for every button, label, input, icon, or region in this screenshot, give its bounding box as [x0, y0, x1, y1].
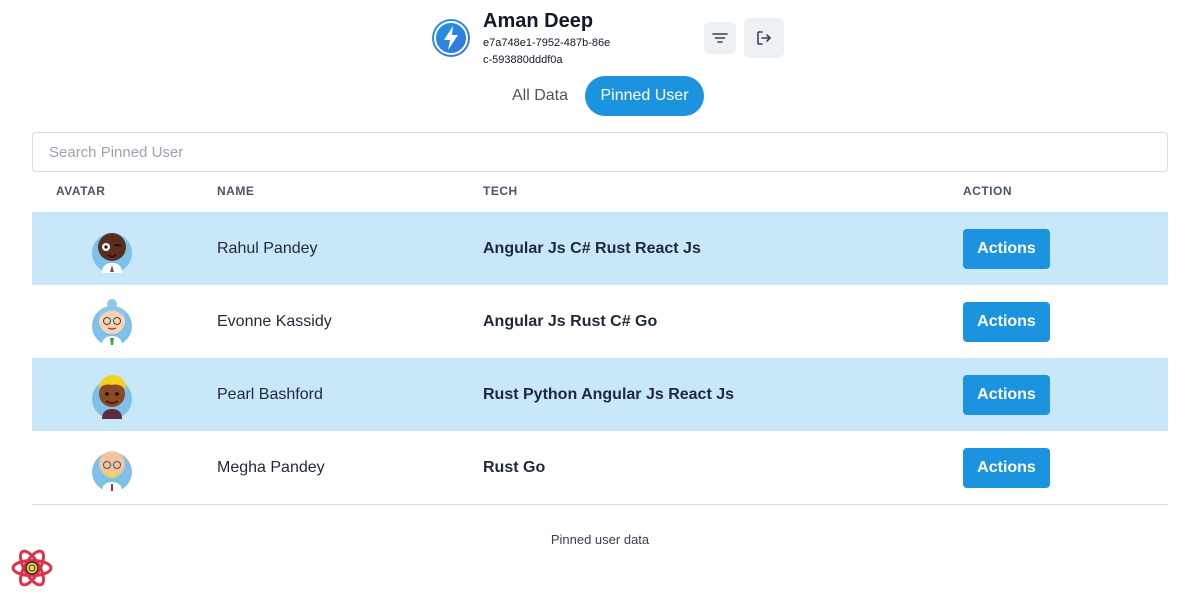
tab-all-data[interactable]: All Data [502, 76, 578, 116]
table-row: Rahul Pandey Angular Js C# Rust React Js… [32, 212, 1168, 285]
logout-icon [757, 31, 771, 45]
header: Aman Deep e7a748e1-7952-487b-86ec-593880… [0, 10, 1200, 70]
user-name-cell: Megha Pandey [217, 459, 325, 476]
filter-icon [712, 33, 728, 43]
user-id: e7a748e1-7952-487b-86ec-593880dddf0a [483, 37, 611, 66]
actions-button[interactable]: Actions [963, 229, 1050, 269]
column-header-action: ACTION [963, 184, 1012, 198]
lightning-bolt-icon [432, 19, 470, 57]
actions-button[interactable]: Actions [963, 375, 1050, 415]
tech-cell: Rust Go [483, 459, 546, 476]
column-header-avatar: AVATAR [56, 184, 106, 198]
user-name-cell: Evonne Kassidy [217, 313, 332, 330]
tech-cell: Angular Js Rust C# Go [483, 313, 658, 330]
avatar [92, 451, 132, 492]
column-header-tech: TECH [483, 184, 518, 198]
tech-cell: Angular Js C# Rust React Js [483, 240, 701, 257]
actions-button[interactable]: Actions [963, 448, 1050, 488]
avatar [92, 374, 132, 419]
tab-pinned-user[interactable]: Pinned User [585, 76, 704, 116]
logout-button[interactable] [744, 18, 784, 58]
table-header: AVATAR NAME TECH ACTION [32, 184, 1168, 204]
actions-button[interactable]: Actions [963, 302, 1050, 342]
user-name-cell: Rahul Pandey [217, 240, 318, 257]
user-name-cell: Pearl Bashford [217, 386, 323, 403]
user-name: Aman Deep [483, 10, 594, 32]
column-header-name: NAME [217, 184, 255, 198]
table-row: Megha Pandey Rust Go Actions [32, 431, 1168, 505]
react-logo-icon[interactable] [10, 546, 54, 590]
filter-button[interactable] [704, 22, 736, 54]
tab-bar: All Data Pinned User [0, 76, 1200, 116]
search-input[interactable] [32, 132, 1168, 172]
footer-caption: Pinned user data [550, 532, 650, 547]
table-body: Rahul Pandey Angular Js C# Rust React Js… [32, 212, 1168, 505]
tech-cell: Rust Python Angular Js React Js [483, 386, 735, 403]
avatar [92, 299, 132, 346]
avatar [92, 233, 132, 273]
table-row: Evonne Kassidy Angular Js Rust C# Go Act… [32, 285, 1168, 358]
table-row: Pearl Bashford Rust Python Angular Js Re… [32, 358, 1168, 431]
